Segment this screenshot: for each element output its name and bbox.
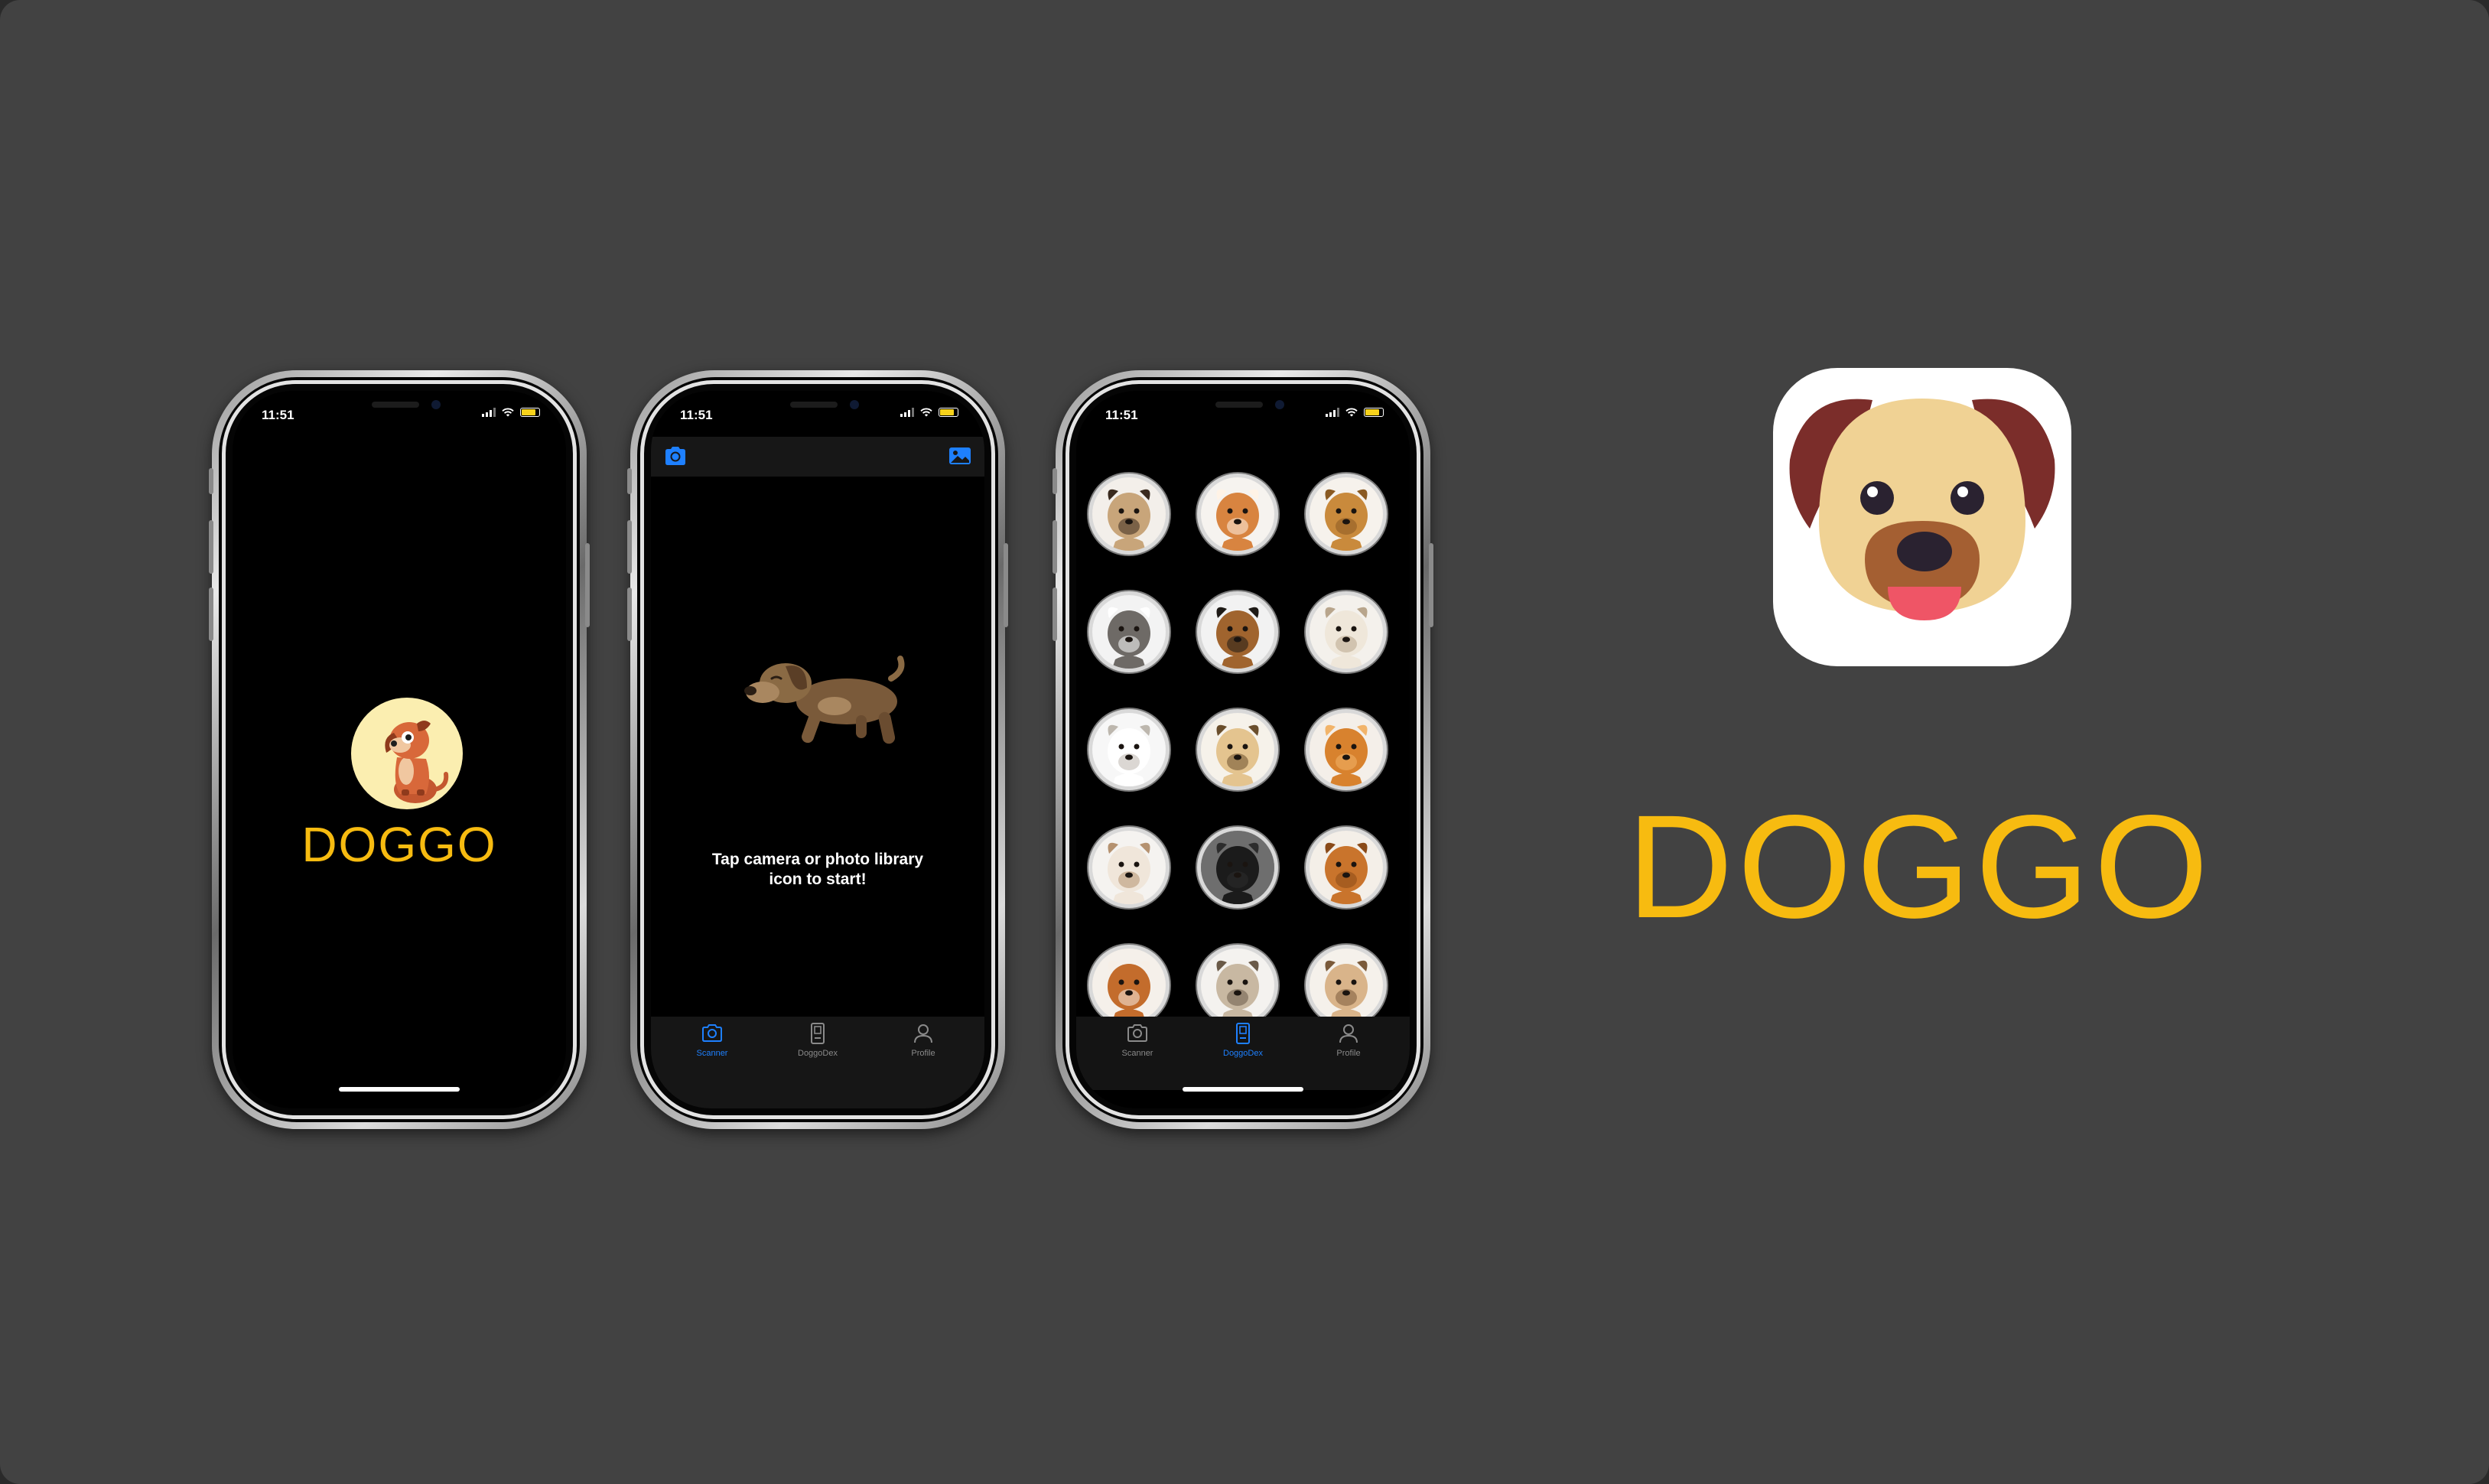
tab-scanner[interactable]: Scanner <box>1092 1021 1183 1058</box>
tab-profile[interactable]: Profile <box>1303 1021 1394 1058</box>
photo-library-icon[interactable] <box>948 445 972 467</box>
volume-down-button <box>1053 587 1057 641</box>
breed-shih-tzu[interactable] <box>1197 945 1278 1026</box>
volume-down-button <box>209 587 213 641</box>
volume-up-button <box>1053 520 1057 574</box>
breed-pug[interactable] <box>1088 474 1170 555</box>
breed-maltese[interactable] <box>1088 709 1170 790</box>
profile-tab-icon <box>914 1024 932 1043</box>
mute-switch <box>209 468 213 494</box>
breed-husky[interactable] <box>1088 591 1170 672</box>
phone-doggodex: 11:51 Scanner DoggoDex Profile <box>1053 370 1433 1129</box>
breed-pekingese[interactable] <box>1306 945 1387 1026</box>
battery-icon <box>1364 408 1384 417</box>
dog-face-icon <box>1789 399 2055 620</box>
tab-profile[interactable]: Profile <box>877 1021 969 1058</box>
tab-doggodex-label: DoggoDex <box>798 1049 838 1058</box>
tab-scanner-label: Scanner <box>1121 1049 1153 1058</box>
breed-chihuahua[interactable] <box>1088 827 1170 908</box>
volume-up-button <box>209 520 213 574</box>
scanner-screen: 11:51 Tap camera or photo library icon t… <box>651 391 984 1108</box>
running-dog-illustration <box>744 656 905 744</box>
home-indicator[interactable] <box>1183 1087 1303 1092</box>
scanner-hint-line2: icon to start! <box>769 871 867 888</box>
camera-icon[interactable] <box>663 445 688 467</box>
splash-title: DOGGO <box>301 817 497 872</box>
status-bar: 11:51 <box>1076 391 1410 437</box>
power-button <box>1429 543 1433 627</box>
app-icon <box>1773 368 2071 666</box>
wifi-icon <box>502 408 514 417</box>
battery-icon <box>520 408 540 417</box>
status-time: 11:51 <box>680 408 713 422</box>
signal-icon <box>1326 408 1339 417</box>
breed-chow-chow[interactable] <box>1306 827 1387 908</box>
tab-scanner-label: Scanner <box>696 1049 728 1058</box>
wifi-icon <box>920 408 932 417</box>
doggodex-tab-icon <box>1236 1023 1250 1044</box>
status-time: 11:51 <box>1105 408 1138 422</box>
breed-german-shepherd[interactable] <box>1197 591 1278 672</box>
tab-doggodex-label: DoggoDex <box>1223 1049 1263 1058</box>
profile-tab-icon <box>1339 1024 1358 1043</box>
breed-boxer[interactable] <box>1088 945 1170 1026</box>
volume-up-button <box>627 520 632 574</box>
phone-splash: 11:51 DOGGO <box>209 370 590 1129</box>
sitting-dog-icon <box>385 721 449 803</box>
showcase-canvas: 11:51 DOGGO 11:51 Tap camera or photo li… <box>0 0 2489 1484</box>
tab-bar: Scanner DoggoDex Profile <box>1076 1017 1410 1090</box>
tab-doggodex[interactable]: DoggoDex <box>772 1021 864 1058</box>
tab-scanner[interactable]: Scanner <box>666 1021 758 1058</box>
scanner-hint-line1: Tap camera or photo library <box>711 851 924 868</box>
tab-doggodex[interactable]: DoggoDex <box>1197 1021 1289 1058</box>
status-time: 11:51 <box>262 408 294 422</box>
splash-screen: 11:51 DOGGO <box>233 391 566 1108</box>
doggodex-screen: 11:51 Scanner DoggoDex Profile <box>1076 391 1410 1108</box>
volume-down-button <box>627 587 632 641</box>
mute-switch <box>627 468 632 494</box>
tab-profile-label: Profile <box>911 1049 935 1058</box>
status-bar: 11:51 <box>233 391 566 437</box>
splash-dog-logo <box>351 698 463 809</box>
signal-icon <box>900 408 914 417</box>
power-button <box>1004 543 1008 627</box>
camera-tab-icon <box>702 1024 722 1042</box>
status-bar: 11:51 <box>651 391 984 437</box>
wifi-icon <box>1345 408 1358 417</box>
brand-title: DOGGO <box>1626 784 2214 949</box>
scanner-toolbar <box>651 437 984 477</box>
battery-icon <box>939 408 958 417</box>
tab-bar: Scanner DoggoDex Profile <box>651 1017 984 1108</box>
breed-poodle[interactable] <box>1197 827 1278 908</box>
home-indicator[interactable] <box>339 1087 460 1092</box>
breed-corgi[interactable] <box>1197 474 1278 555</box>
mute-switch <box>1053 468 1057 494</box>
camera-tab-icon <box>1127 1024 1147 1042</box>
breed-labrador[interactable] <box>1197 709 1278 790</box>
signal-icon <box>482 408 496 417</box>
tab-profile-label: Profile <box>1336 1049 1361 1058</box>
scanner-hint: Tap camera or photo library icon to star… <box>651 850 984 890</box>
breed-french-bulldog[interactable] <box>1306 591 1387 672</box>
breed-golden-retriever[interactable] <box>1306 474 1387 555</box>
breed-pomeranian[interactable] <box>1306 709 1387 790</box>
doggodex-tab-icon <box>811 1023 825 1044</box>
power-button <box>585 543 590 627</box>
phone-scanner: 11:51 Tap camera or photo library icon t… <box>627 370 1008 1129</box>
